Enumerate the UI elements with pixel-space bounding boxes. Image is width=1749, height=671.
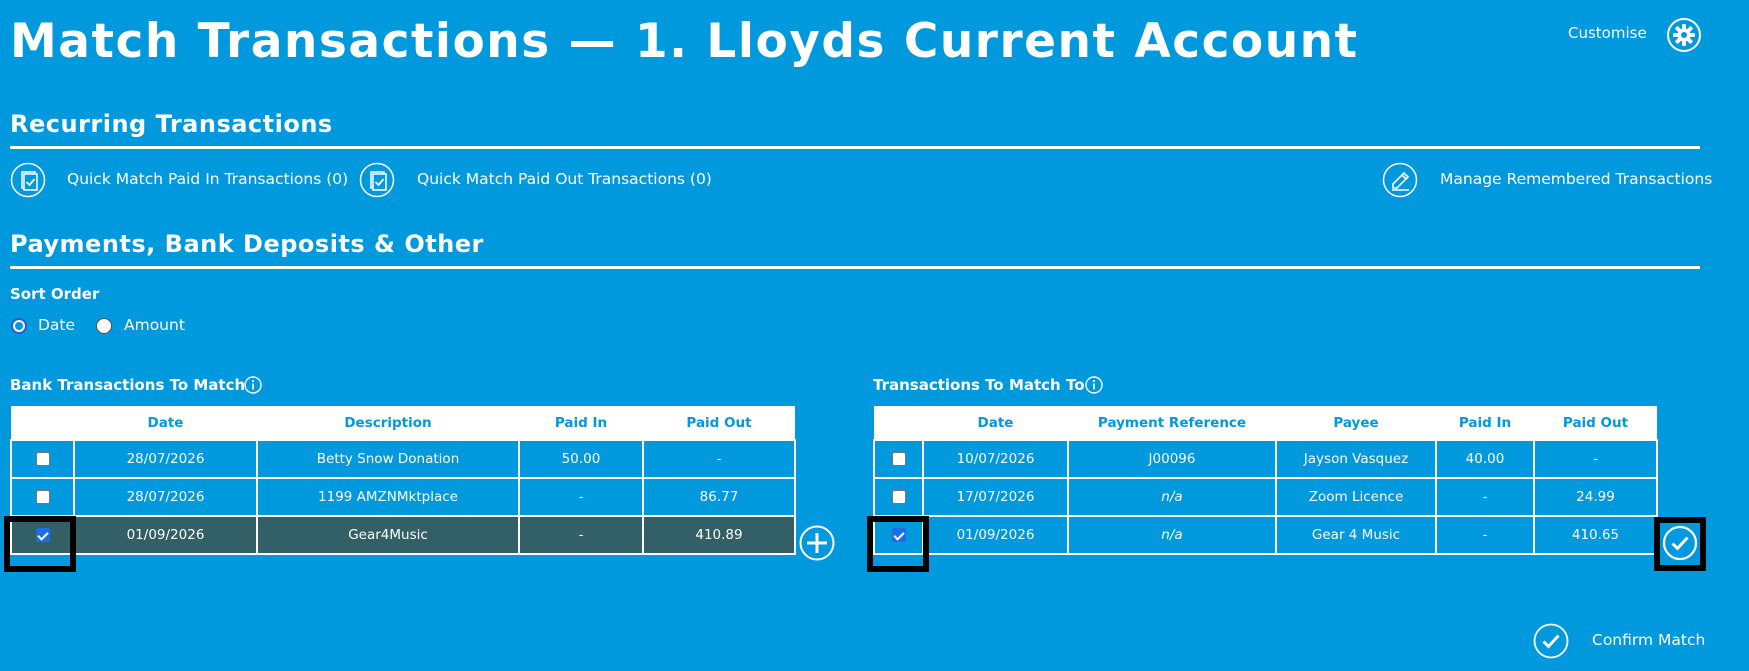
sort-date-radio[interactable] [11,318,27,334]
table-row-selected[interactable]: 01/09/2026 Gear4Music - 410.89 [10,515,796,555]
description-cell: Betty Snow Donation [256,439,520,479]
date-cell: 28/07/2026 [73,477,258,517]
date-cell: 01/09/2026 [922,515,1069,555]
info-icon[interactable] [244,376,262,394]
match-to-table: Date Payment Reference Payee Paid In Pai… [873,406,1658,555]
column-header [11,406,74,440]
page-title: Match Transactions — 1. Lloyds Current A… [10,14,1359,69]
bank-transactions-table: Date Description Paid In Paid Out 28/07/… [10,406,796,555]
paid-out-cell: - [1533,439,1658,479]
recurring-heading: Recurring Transactions [10,110,333,138]
recurring-divider [10,146,1700,149]
plus-icon[interactable] [799,525,835,561]
column-header[interactable]: Payment Reference [1068,406,1276,440]
table-row[interactable]: 28/07/2026 1199 AMZNMktplace - 86.77 [10,477,796,517]
table-row[interactable]: 01/09/2026 n/a Gear 4 Music - 410.65 [873,515,1658,555]
date-cell: 17/07/2026 [922,477,1069,517]
table-header-row: Date Description Paid In Paid Out [11,406,795,440]
info-icon[interactable] [1085,376,1103,394]
table-row[interactable]: 17/07/2026 n/a Zoom Licence - 24.99 [873,477,1658,517]
reference-cell: n/a [1067,515,1277,555]
reference-cell: n/a [1067,477,1277,517]
row-checkbox[interactable] [35,490,50,504]
check-circle-icon[interactable] [1662,525,1698,561]
row-checkbox[interactable] [35,452,50,466]
row-checkbox[interactable] [891,452,906,466]
manage-remembered-link[interactable]: Manage Remembered Transactions [1440,170,1712,188]
column-header[interactable]: Paid Out [643,406,795,440]
highlight-box [4,516,76,572]
match-to-title: Transactions To Match To [873,376,1085,394]
sort-amount-radio[interactable] [96,318,112,334]
confirm-match-button[interactable]: Confirm Match [1592,631,1705,649]
paid-out-cell: 410.65 [1533,515,1658,555]
quick-match-icon[interactable] [10,162,46,198]
sort-order-label: Sort Order [10,285,100,303]
column-header[interactable]: Paid In [1436,406,1534,440]
paid-in-cell: - [518,515,644,555]
customise-link[interactable]: Customise [1568,24,1647,42]
table-header-row: Date Payment Reference Payee Paid In Pai… [874,406,1657,440]
paid-out-cell: - [642,439,796,479]
row-checkbox[interactable] [891,490,906,504]
payee-cell: Jayson Vasquez [1275,439,1437,479]
payee-cell: Gear 4 Music [1275,515,1437,555]
quick-match-paid-out-link[interactable]: Quick Match Paid Out Transactions (0) [417,170,712,188]
payee-cell: Zoom Licence [1275,477,1437,517]
column-header[interactable]: Description [257,406,519,440]
payments-divider [10,266,1700,269]
column-header[interactable]: Payee [1276,406,1436,440]
sort-amount-label[interactable]: Amount [124,316,185,334]
column-header [874,406,923,440]
check-circle-icon[interactable] [1533,623,1569,659]
edit-icon[interactable] [1382,162,1418,198]
column-header[interactable]: Date [923,406,1068,440]
paid-in-cell: - [1435,477,1535,517]
highlight-box [867,516,929,572]
gear-icon[interactable] [1666,17,1702,53]
quick-match-paid-in-link[interactable]: Quick Match Paid In Transactions (0) [67,170,348,188]
paid-out-cell: 86.77 [642,477,796,517]
table-row[interactable]: 10/07/2026 J00096 Jayson Vasquez 40.00 - [873,439,1658,479]
sort-date-label[interactable]: Date [38,316,75,334]
date-cell: 10/07/2026 [922,439,1069,479]
column-header[interactable]: Paid In [519,406,643,440]
payments-heading: Payments, Bank Deposits & Other [10,230,484,258]
paid-in-cell: 50.00 [518,439,644,479]
date-cell: 28/07/2026 [73,439,258,479]
description-cell: 1199 AMZNMktplace [256,477,520,517]
paid-in-cell: - [1435,515,1535,555]
description-cell: Gear4Music [256,515,520,555]
table-row[interactable]: 28/07/2026 Betty Snow Donation 50.00 - [10,439,796,479]
column-header[interactable]: Paid Out [1534,406,1657,440]
paid-in-cell: - [518,477,644,517]
paid-out-cell: 24.99 [1533,477,1658,517]
quick-match-icon[interactable] [359,162,395,198]
paid-in-cell: 40.00 [1435,439,1535,479]
bank-transactions-title: Bank Transactions To Match [10,376,246,394]
reference-cell: J00096 [1067,439,1277,479]
date-cell: 01/09/2026 [73,515,258,555]
paid-out-cell: 410.89 [642,515,796,555]
column-header[interactable]: Date [74,406,257,440]
